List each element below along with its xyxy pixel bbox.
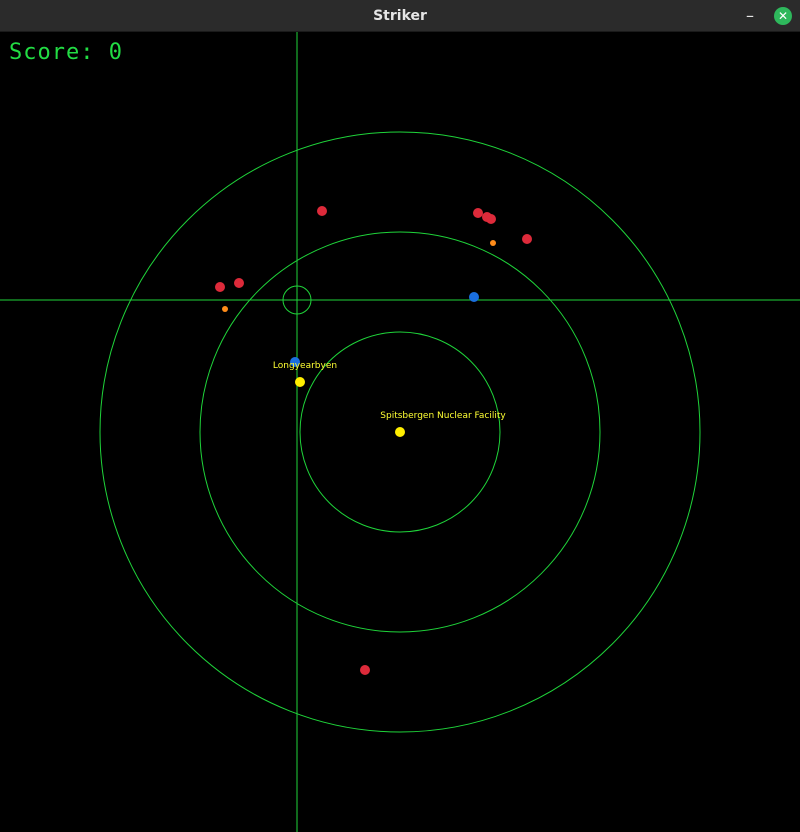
- target-longyearbyen-label: Longyearbyen: [273, 361, 337, 371]
- radar-view: Longyearbyen Spitsbergen Nuclear Facilit…: [0, 32, 800, 832]
- window-title: Striker: [373, 7, 427, 24]
- enemy-aircraft: [215, 282, 225, 292]
- enemy-missile: [490, 240, 496, 246]
- target-spitsbergen-label: Spitsbergen Nuclear Facility: [380, 411, 506, 421]
- enemy-aircraft: [317, 206, 327, 216]
- enemy-aircraft: [486, 214, 496, 224]
- enemy-aircraft: [360, 665, 370, 675]
- enemy-aircraft: [522, 234, 532, 244]
- enemy-missile: [222, 306, 228, 312]
- score-display: Score: 0: [9, 40, 123, 65]
- game-canvas[interactable]: Longyearbyen Spitsbergen Nuclear Facilit…: [0, 32, 800, 832]
- window-titlebar: Striker – ✕: [0, 0, 800, 32]
- enemy-aircraft: [234, 278, 244, 288]
- target-spitsbergen-marker: [395, 427, 405, 437]
- minimize-button[interactable]: –: [740, 6, 760, 26]
- target-longyearbyen-marker: [295, 377, 305, 387]
- close-button[interactable]: ✕: [774, 7, 792, 25]
- friendly-interceptor: [469, 292, 479, 302]
- enemy-aircraft: [473, 208, 483, 218]
